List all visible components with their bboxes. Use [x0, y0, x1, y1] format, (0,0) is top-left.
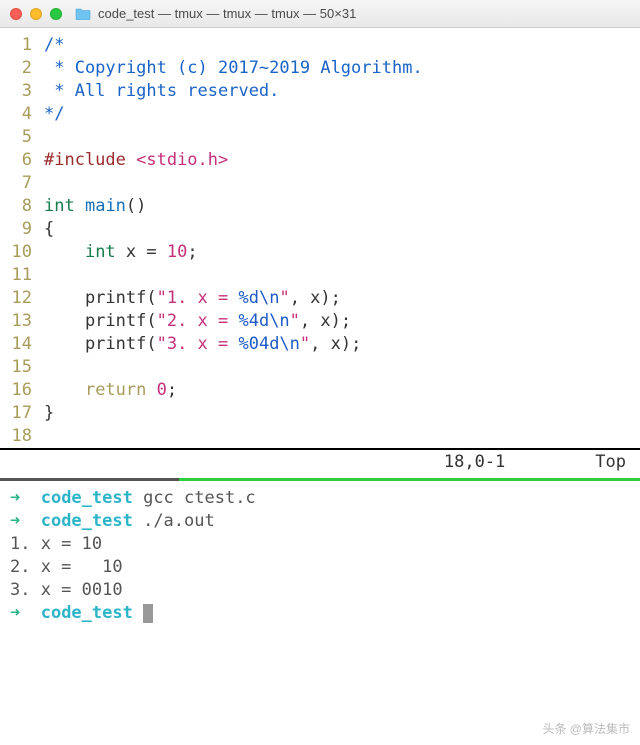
code-line[interactable]: 9{ — [0, 218, 640, 241]
line-number: 9 — [0, 218, 44, 241]
line-number: 18 — [0, 425, 44, 448]
code-content — [44, 356, 640, 379]
line-number: 8 — [0, 195, 44, 218]
code-line[interactable]: 15 — [0, 356, 640, 379]
line-number: 10 — [0, 241, 44, 264]
code-line[interactable]: 17} — [0, 402, 640, 425]
terminal-line: 2. x = 10 — [0, 556, 640, 579]
code-line[interactable]: 6#include <stdio.h> — [0, 149, 640, 172]
code-content: int x = 10; — [44, 241, 640, 264]
code-editor[interactable]: 1/*2 * Copyright (c) 2017~2019 Algorithm… — [0, 28, 640, 448]
code-content: */ — [44, 103, 640, 126]
code-content — [44, 425, 640, 448]
code-line[interactable]: 18 — [0, 425, 640, 448]
line-number: 15 — [0, 356, 44, 379]
cursor-position: 18,0-1 — [444, 452, 505, 474]
code-content: #include <stdio.h> — [44, 149, 640, 172]
line-number: 13 — [0, 310, 44, 333]
terminal-line: ➜ code_test gcc ctest.c — [0, 487, 640, 510]
code-line[interactable]: 7 — [0, 172, 640, 195]
line-number: 3 — [0, 80, 44, 103]
line-number: 5 — [0, 126, 44, 149]
line-number: 17 — [0, 402, 44, 425]
code-content — [44, 264, 640, 287]
code-line[interactable]: 1/* — [0, 34, 640, 57]
code-content: int main() — [44, 195, 640, 218]
code-content: printf("1. x = %d\n", x); — [44, 287, 640, 310]
code-content — [44, 172, 640, 195]
code-line[interactable]: 2 * Copyright (c) 2017~2019 Algorithm. — [0, 57, 640, 80]
code-content: { — [44, 218, 640, 241]
code-line[interactable]: 12 printf("1. x = %d\n", x); — [0, 287, 640, 310]
line-number: 6 — [0, 149, 44, 172]
code-content: /* — [44, 34, 640, 57]
code-content: } — [44, 402, 640, 425]
titlebar: code_test — tmux — tmux — tmux — 50×31 — [0, 0, 640, 28]
scroll-position: Top — [595, 452, 626, 474]
code-line[interactable]: 3 * All rights reserved. — [0, 80, 640, 103]
line-number: 2 — [0, 57, 44, 80]
maximize-icon[interactable] — [50, 8, 62, 20]
code-line[interactable]: 10 int x = 10; — [0, 241, 640, 264]
code-line[interactable]: 14 printf("3. x = %04d\n", x); — [0, 333, 640, 356]
terminal-line: ➜ code_test ./a.out — [0, 510, 640, 533]
line-number: 1 — [0, 34, 44, 57]
close-icon[interactable] — [10, 8, 22, 20]
terminal-line: ➜ code_test — [0, 602, 640, 625]
window-title: code_test — tmux — tmux — tmux — 50×31 — [98, 6, 356, 21]
line-number: 14 — [0, 333, 44, 356]
code-content: * Copyright (c) 2017~2019 Algorithm. — [44, 57, 640, 80]
code-line[interactable]: 4*/ — [0, 103, 640, 126]
code-content: return 0; — [44, 379, 640, 402]
terminal-cursor[interactable] — [143, 604, 153, 623]
code-content: printf("3. x = %04d\n", x); — [44, 333, 640, 356]
line-number: 16 — [0, 379, 44, 402]
code-line[interactable]: 5 — [0, 126, 640, 149]
line-number: 7 — [0, 172, 44, 195]
minimize-icon[interactable] — [30, 8, 42, 20]
terminal-pane[interactable]: ➜ code_test gcc ctest.c➜ code_test ./a.o… — [0, 481, 640, 625]
terminal-line: 1. x = 10 — [0, 533, 640, 556]
terminal-line: 3. x = 0010 — [0, 579, 640, 602]
folder-icon — [75, 7, 91, 20]
code-line[interactable]: 8int main() — [0, 195, 640, 218]
code-line[interactable]: 16 return 0; — [0, 379, 640, 402]
code-content: * All rights reserved. — [44, 80, 640, 103]
code-content: printf("2. x = %4d\n", x); — [44, 310, 640, 333]
watermark: 头条 @算法集市 — [542, 720, 630, 737]
line-number: 11 — [0, 264, 44, 287]
code-content — [44, 126, 640, 149]
code-line[interactable]: 13 printf("2. x = %4d\n", x); — [0, 310, 640, 333]
traffic-lights — [10, 8, 62, 20]
line-number: 4 — [0, 103, 44, 126]
line-number: 12 — [0, 287, 44, 310]
code-line[interactable]: 11 — [0, 264, 640, 287]
vim-statusbar: 18,0-1 Top — [0, 448, 640, 474]
